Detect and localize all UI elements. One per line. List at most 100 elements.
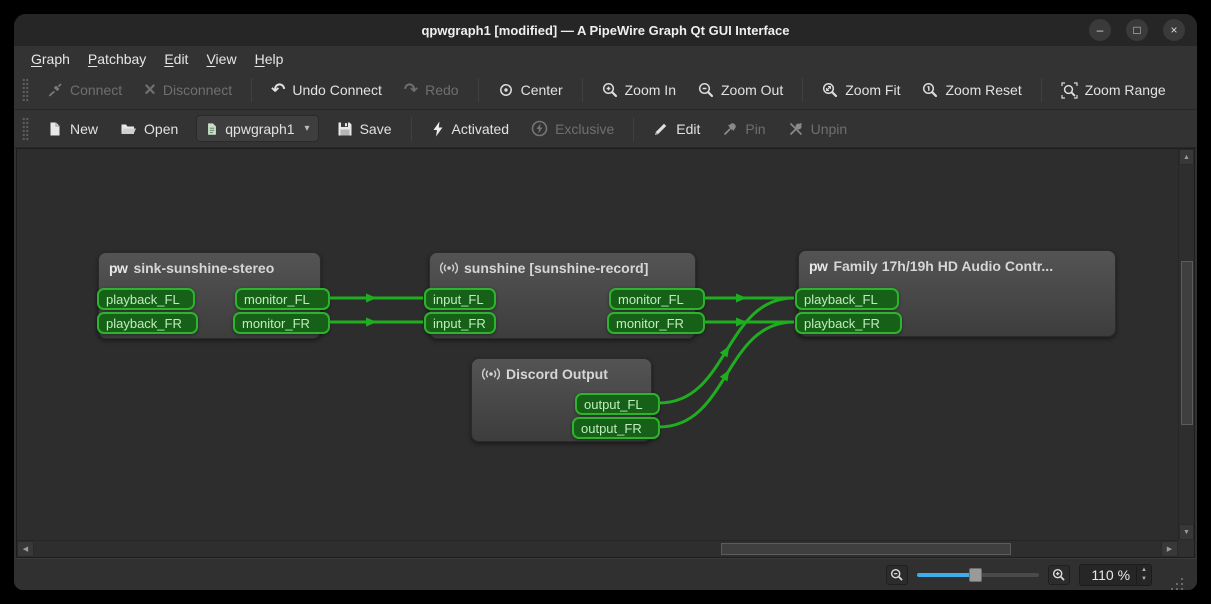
audio-app-icon (440, 260, 458, 276)
minimize-icon: – (1097, 23, 1104, 37)
spin-up-icon[interactable]: ▲ (1137, 566, 1151, 575)
port-monitor-fr[interactable]: monitor_FR (233, 312, 330, 334)
unpin-icon (788, 121, 804, 137)
redo-icon: ↷ (404, 82, 418, 98)
scroll-right-icon: ▶ (1167, 545, 1172, 553)
edit-button[interactable]: Edit (643, 115, 710, 143)
scroll-up-icon: ▲ (1183, 154, 1190, 161)
new-file-icon (47, 121, 63, 137)
activated-button[interactable]: Activated (421, 115, 520, 143)
port-playback-fr[interactable]: playback_FR (795, 312, 902, 334)
port-playback-fl[interactable]: playback_FL (795, 288, 899, 310)
exclusive-lightning-icon (531, 120, 548, 137)
minimize-button[interactable]: – (1089, 19, 1111, 41)
maximize-icon: □ (1133, 23, 1140, 37)
maximize-button[interactable]: □ (1126, 19, 1148, 41)
zoom-out-button[interactable]: Zoom Out (688, 76, 793, 104)
close-button[interactable]: × (1163, 19, 1185, 41)
connect-button[interactable]: Connect (37, 76, 132, 104)
port-output-fl[interactable]: output_FL (575, 393, 660, 415)
scroll-left-icon: ◀ (23, 545, 28, 553)
node-title: sunshine [sunshine-record] (464, 260, 648, 276)
undo-connect-button[interactable]: ↶ Undo Connect (261, 76, 392, 104)
toolbar-drag-handle[interactable] (22, 78, 29, 102)
patchbay-select-value: qpwgraph1 (225, 121, 294, 137)
chevron-down-icon: ▾ (305, 123, 310, 134)
toolbar-separator (478, 78, 479, 102)
zoom-out-icon (698, 82, 714, 98)
menu-view[interactable]: View (197, 49, 245, 69)
port-monitor-fl[interactable]: monitor_FL (609, 288, 705, 310)
port-monitor-fr[interactable]: monitor_FR (607, 312, 705, 334)
port-input-fr[interactable]: input_FR (424, 312, 496, 334)
undo-icon: ↶ (271, 82, 285, 98)
menubar: Graph Patchbay Edit View Help (14, 46, 1197, 71)
zoom-spinbox[interactable]: 110 % ▲ ▼ (1079, 564, 1152, 586)
toolbar-separator (802, 78, 803, 102)
audio-app-icon (482, 366, 500, 382)
zoom-in-icon (602, 82, 618, 98)
node-sunshine[interactable]: sunshine [sunshine-record] input_FL inpu… (429, 252, 696, 339)
patchbay-file-icon (205, 122, 219, 136)
port-output-fr[interactable]: output_FR (572, 417, 660, 439)
toolbar-separator (251, 78, 252, 102)
window-title: qpwgraph1 [modified] — A PipeWire Graph … (421, 23, 789, 38)
pin-button[interactable]: Pin (712, 115, 775, 143)
spin-down-icon[interactable]: ▼ (1137, 575, 1151, 584)
titlebar[interactable]: qpwgraph1 [modified] — A PipeWire Graph … (14, 14, 1197, 46)
menu-edit[interactable]: Edit (155, 49, 197, 69)
redo-button[interactable]: ↷ Redo (394, 76, 469, 104)
scroll-right-button[interactable]: ▶ (1161, 541, 1178, 557)
center-icon (498, 82, 514, 98)
node-family-hd-audio[interactable]: pw Family 17h/19h HD Audio Contr... play… (798, 250, 1116, 337)
zoom-reset-button[interactable]: Zoom Reset (912, 76, 1031, 104)
disconnect-button[interactable]: × Disconnect (134, 76, 242, 104)
toolbar-drag-handle[interactable] (22, 117, 29, 141)
menu-patchbay[interactable]: Patchbay (79, 49, 155, 69)
menu-help[interactable]: Help (246, 49, 293, 69)
zoom-slider-handle[interactable] (969, 568, 982, 582)
vertical-scrollbar-thumb[interactable] (1181, 261, 1193, 425)
graph-canvas[interactable]: pw sink-sunshine-stereo playback_FL play… (17, 149, 1194, 557)
port-playback-fr[interactable]: playback_FR (97, 312, 198, 334)
scroll-up-button[interactable]: ▲ (1179, 149, 1194, 165)
open-button[interactable]: Open (110, 115, 188, 143)
connect-icon (47, 82, 63, 98)
exclusive-button[interactable]: Exclusive (521, 114, 624, 143)
scroll-down-button[interactable]: ▼ (1179, 524, 1194, 540)
port-playback-fl[interactable]: playback_FL (97, 288, 195, 310)
zoom-range-icon (1061, 82, 1078, 99)
pipewire-icon: pw (109, 260, 127, 276)
patchbay-toolbar: New Open qpwgraph1 ▾ Save Activated Excl… (14, 110, 1197, 148)
node-discord-output[interactable]: Discord Output output_FL output_FR (471, 358, 652, 442)
scroll-left-button[interactable]: ◀ (17, 541, 34, 557)
port-input-fl[interactable]: input_FL (424, 288, 496, 310)
unpin-button[interactable]: Unpin (778, 115, 858, 143)
resize-grip[interactable] (1169, 576, 1183, 590)
statusbar-zoom-in-button[interactable] (1048, 565, 1070, 585)
statusbar-zoom-out-button[interactable] (886, 565, 908, 585)
node-sink-sunshine-stereo[interactable]: pw sink-sunshine-stereo playback_FL play… (98, 252, 321, 339)
node-title: Discord Output (506, 366, 608, 382)
save-button[interactable]: Save (327, 115, 402, 143)
center-button[interactable]: Center (488, 76, 573, 104)
menu-graph[interactable]: Graph (22, 49, 79, 69)
horizontal-scrollbar-thumb[interactable] (721, 543, 1011, 555)
vertical-scrollbar[interactable]: ▲ ▼ (1178, 149, 1194, 540)
statusbar: 110 % ▲ ▼ (14, 558, 1197, 590)
scroll-down-icon: ▼ (1183, 529, 1190, 536)
zoom-value: 110 % (1088, 567, 1130, 583)
new-button[interactable]: New (37, 115, 108, 143)
horizontal-scrollbar[interactable]: ◀ ▶ (17, 540, 1178, 557)
zoom-range-button[interactable]: Zoom Range (1051, 76, 1176, 105)
node-title: Family 17h/19h HD Audio Contr... (833, 258, 1053, 274)
zoom-slider[interactable] (917, 565, 1039, 585)
port-monitor-fl[interactable]: monitor_FL (235, 288, 330, 310)
zoom-in-button[interactable]: Zoom In (592, 76, 686, 104)
zoom-fit-button[interactable]: Zoom Fit (812, 76, 910, 104)
zoom-in-icon (1052, 568, 1066, 582)
zoom-slider-fill (917, 573, 973, 577)
disconnect-icon: × (144, 82, 156, 98)
app-window: qpwgraph1 [modified] — A PipeWire Graph … (14, 14, 1197, 590)
patchbay-select[interactable]: qpwgraph1 ▾ (196, 115, 318, 142)
